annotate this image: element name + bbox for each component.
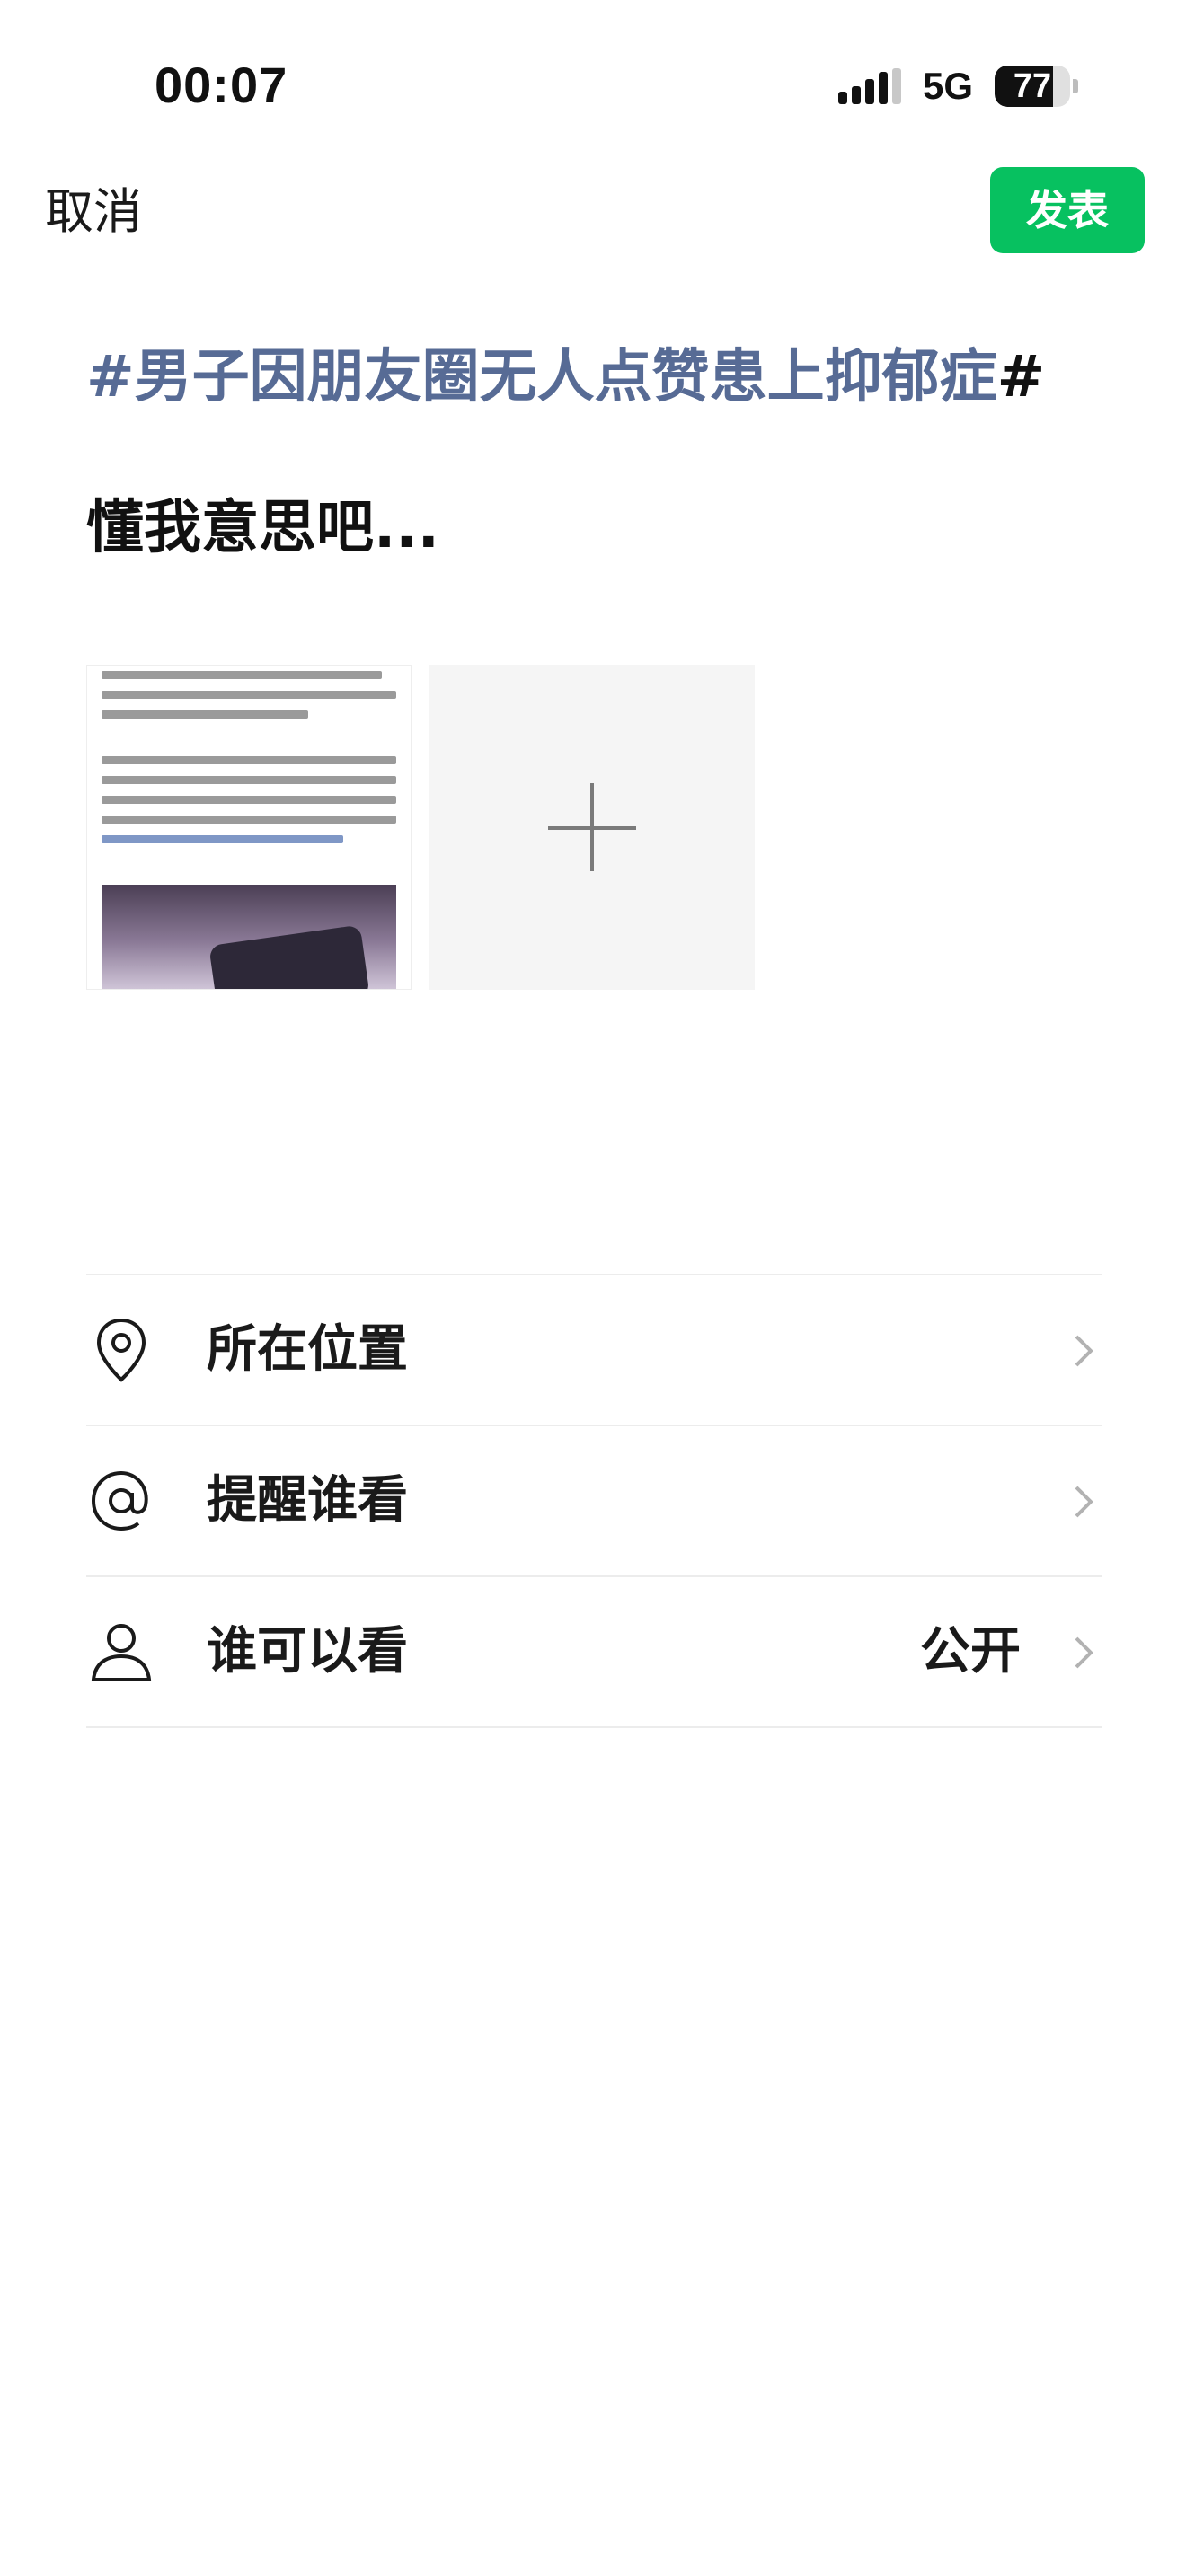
post-body-text: 懂我意思吧... xyxy=(86,495,439,561)
mention-label: 提醒谁看 xyxy=(207,1471,408,1530)
person-icon xyxy=(91,1624,152,1681)
chevron-right-icon xyxy=(1075,1335,1093,1367)
visibility-label: 谁可以看 xyxy=(207,1622,408,1681)
add-image-button[interactable] xyxy=(429,665,755,990)
cancel-button[interactable]: 取消 xyxy=(45,180,142,244)
topic-line: #男子因朋友圈无人点赞患上抑郁症# xyxy=(86,334,1111,420)
location-label: 所在位置 xyxy=(207,1320,408,1379)
status-indicators: 5G 77 xyxy=(837,63,1078,110)
at-sign-icon xyxy=(91,1470,148,1531)
location-row[interactable]: 所在位置 xyxy=(86,1275,1102,1426)
post-text-input[interactable]: #男子因朋友圈无人点赞患上抑郁症# 懂我意思吧... xyxy=(86,334,1111,571)
chevron-right-icon xyxy=(1075,1486,1093,1518)
status-time: 00:07 xyxy=(155,57,288,113)
visibility-value: 公开 xyxy=(920,1622,1021,1681)
topic-hashtag-end: # xyxy=(996,344,1046,410)
battery-icon: 77 xyxy=(995,66,1078,107)
cellular-signal-icon xyxy=(837,68,901,104)
network-type: 5G xyxy=(922,65,973,107)
divider xyxy=(86,1726,1102,1728)
topic-hashtag-link[interactable]: #男子因朋友圈无人点赞患上抑郁症 xyxy=(86,344,997,410)
attached-image-thumbnail[interactable] xyxy=(86,665,412,990)
battery-level: 77 xyxy=(1013,67,1052,105)
chevron-right-icon xyxy=(1075,1636,1093,1669)
publish-button[interactable]: 发表 xyxy=(990,167,1145,253)
visibility-row[interactable]: 谁可以看 公开 xyxy=(86,1577,1102,1728)
mention-row[interactable]: 提醒谁看 xyxy=(86,1426,1102,1577)
location-pin-icon xyxy=(96,1318,146,1382)
